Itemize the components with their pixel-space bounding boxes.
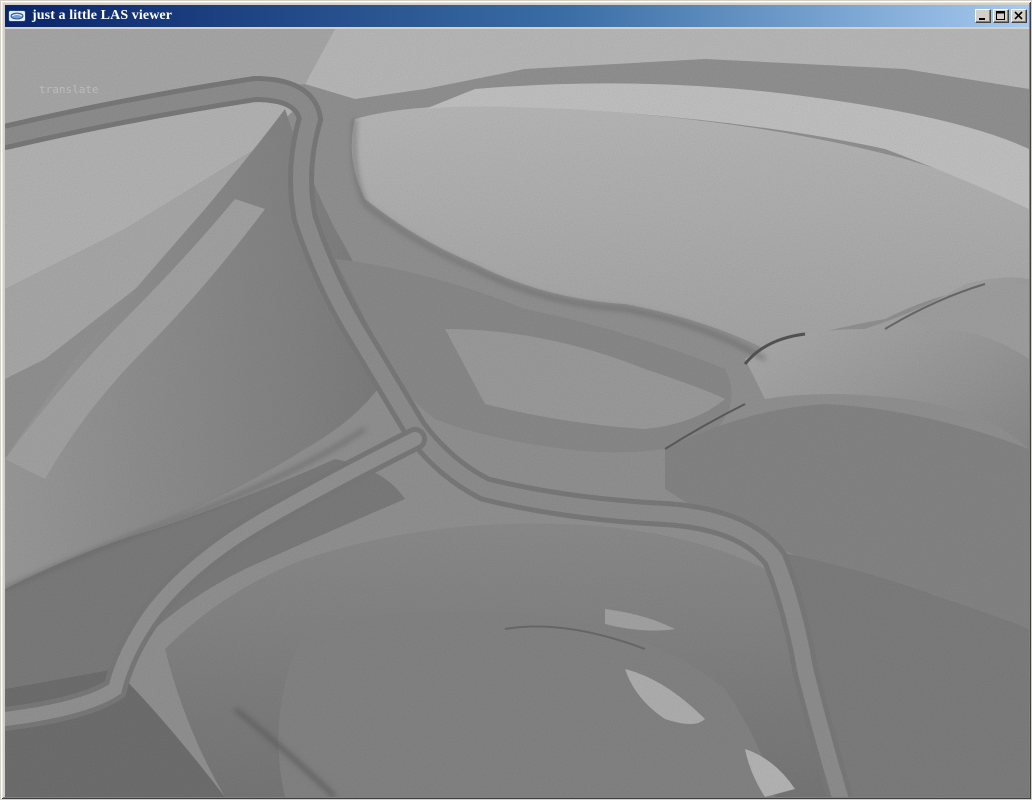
terrain-render <box>5 29 1029 797</box>
title-bar[interactable]: just a little LAS viewer <box>5 5 1029 27</box>
window-controls <box>973 9 1027 23</box>
minimize-icon <box>979 18 985 20</box>
maximize-button[interactable] <box>993 9 1009 23</box>
close-button[interactable] <box>1011 9 1027 23</box>
close-icon <box>1014 11 1023 20</box>
maximize-icon <box>996 11 1005 20</box>
viewport-mode-label: translate <box>39 83 99 96</box>
minimize-button[interactable] <box>975 9 991 23</box>
app-icon[interactable] <box>8 9 26 23</box>
app-window: just a little LAS viewer translate <box>0 0 1032 800</box>
terrain-viewport[interactable]: translate <box>5 29 1029 797</box>
window-title: just a little LAS viewer <box>32 8 173 23</box>
